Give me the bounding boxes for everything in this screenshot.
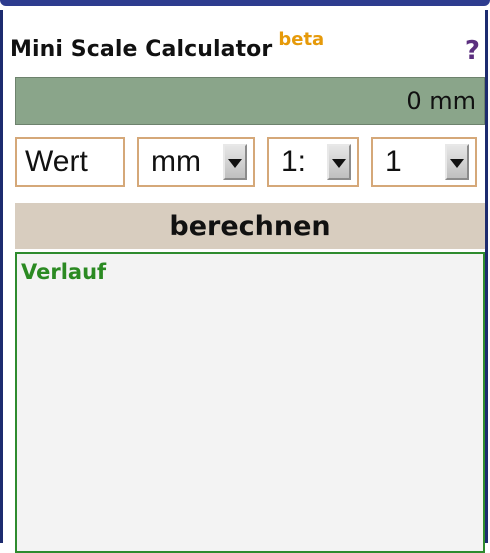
widget-header: Mini Scale Calculator beta ?	[6, 28, 484, 70]
history-title: Verlauf	[21, 260, 107, 284]
unit-select[interactable]: mm	[137, 137, 255, 187]
ratio-select[interactable]: 1	[371, 137, 477, 187]
result-display: 0 mm	[15, 77, 485, 125]
ratio-select-value: 1	[385, 145, 402, 178]
chevron-down-icon	[445, 144, 469, 180]
calculate-button[interactable]: berechnen	[15, 203, 485, 249]
chevron-down-icon	[327, 144, 351, 180]
scale-prefix-value: 1:	[281, 145, 307, 178]
history-panel: Verlauf	[15, 252, 485, 553]
scale-calculator-widget: Mini Scale Calculator beta ? 0 mm mm 1: …	[0, 10, 488, 553]
scale-prefix-select[interactable]: 1:	[267, 137, 359, 187]
chevron-down-icon	[223, 144, 247, 180]
unit-select-value: mm	[151, 145, 201, 178]
value-input[interactable]	[15, 137, 125, 187]
app-title: Mini Scale Calculator	[10, 37, 273, 62]
result-value: 0 mm	[406, 87, 476, 115]
help-icon[interactable]: ?	[465, 36, 480, 66]
beta-badge: beta	[278, 29, 325, 50]
input-row: mm 1: 1	[15, 133, 485, 191]
title-group: Mini Scale Calculator beta	[6, 29, 324, 62]
